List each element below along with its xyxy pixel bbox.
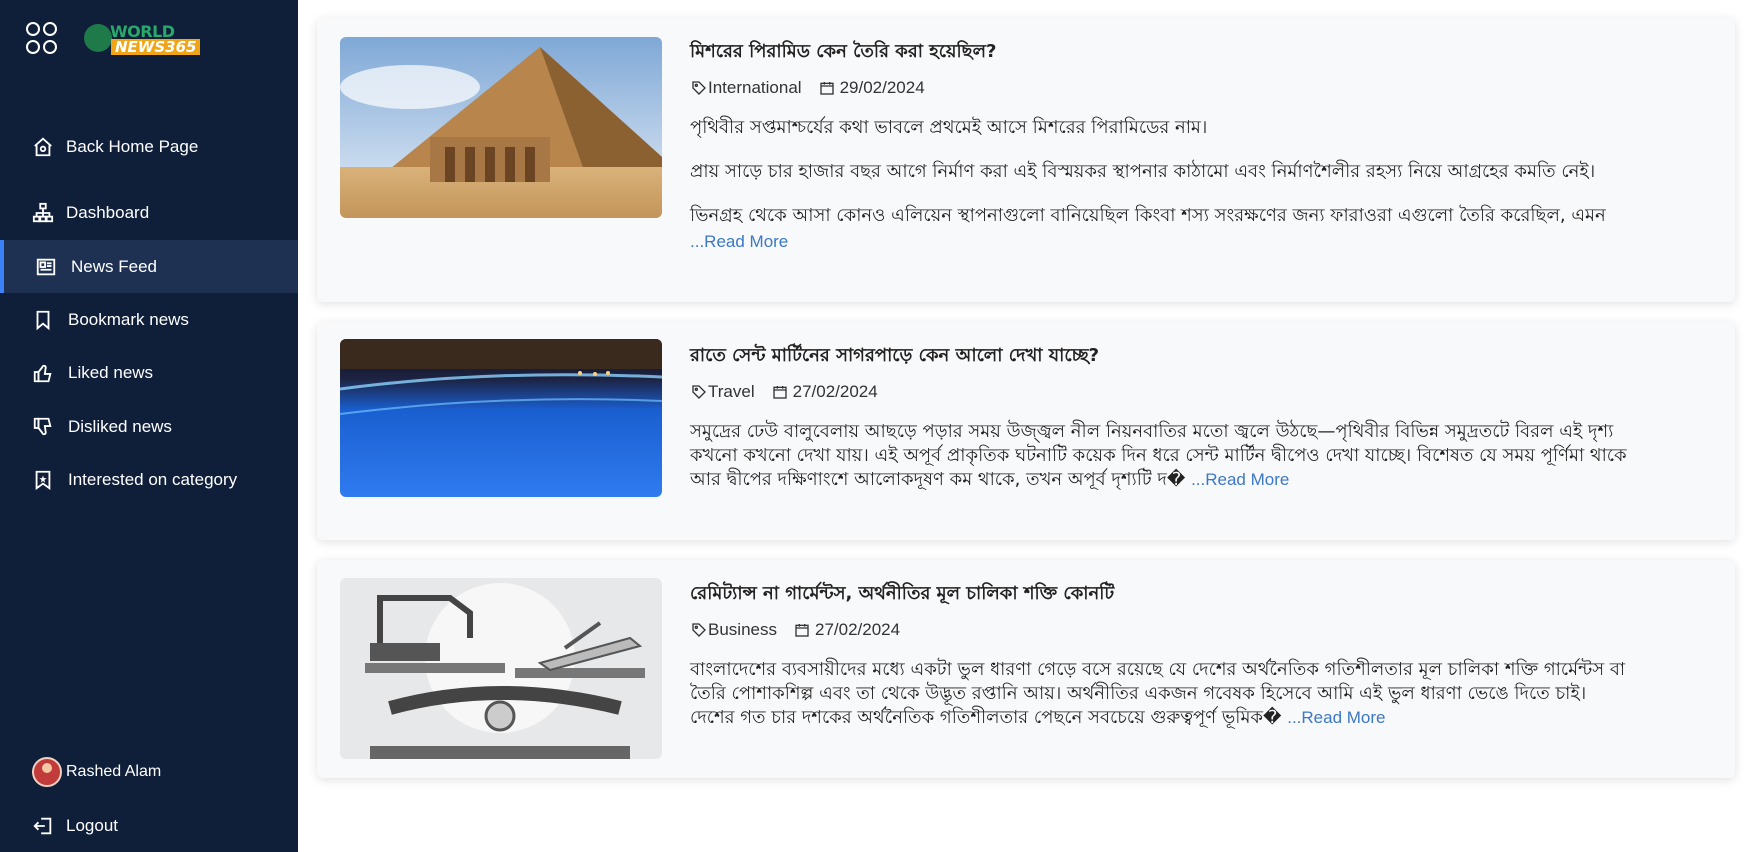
sidebar: WORLD NEWS365 Back Home Page Dashboard N…: [0, 0, 298, 852]
news-image-pyramid[interactable]: [340, 37, 662, 218]
news-meta: International 29/02/2024: [690, 78, 1717, 98]
tag-icon: [690, 383, 708, 401]
news-date: 29/02/2024: [839, 78, 925, 97]
read-more-link[interactable]: ...Read More: [1191, 470, 1289, 489]
news-card[interactable]: রাতে সেন্ট মার্টিনের সাগরপাড়ে কেন আলো দ…: [317, 322, 1735, 540]
news-meta: Travel 27/02/2024: [690, 382, 1717, 402]
read-more-link[interactable]: ...Read More: [1287, 708, 1385, 727]
calendar-icon: [771, 383, 789, 401]
news-category[interactable]: Travel: [708, 382, 755, 402]
bookmark-icon: [32, 309, 54, 331]
sitemap-icon: [32, 202, 54, 224]
apps-grid-icon: [26, 22, 57, 54]
news-body-line: তৈরি পোশাকশিল্প এবং তা থেকে উদ্ভূত রপ্তা…: [690, 683, 1587, 704]
sidebar-item-label: News Feed: [71, 256, 157, 276]
news-card[interactable]: রেমিট্যান্স না গার্মেন্টস, অর্থনীতির মূল…: [317, 560, 1735, 778]
calendar-icon: [793, 621, 811, 639]
home-icon: [32, 136, 54, 158]
sidebar-item-liked[interactable]: Liked news: [0, 347, 330, 399]
news-date: 27/02/2024: [814, 620, 901, 639]
site-logo[interactable]: WORLD NEWS365: [84, 22, 202, 58]
news-category[interactable]: Business: [708, 620, 777, 640]
sidebar-item-news-feed[interactable]: News Feed: [0, 240, 298, 293]
news-title[interactable]: রাতে সেন্ট মার্টিনের সাগরপাড়ে কেন আলো দ…: [690, 341, 1717, 372]
news-title[interactable]: মিশরের পিরামিড কেন তৈরি করা হয়েছিল?: [690, 37, 1717, 68]
sidebar-item-dashboard[interactable]: Dashboard: [0, 187, 330, 239]
sidebar-item-label: Back Home Page: [66, 137, 199, 156]
sidebar-item-label: Interested on category: [68, 470, 238, 489]
user-profile[interactable]: Rashed Alam: [32, 757, 161, 787]
news-image-bioluminescent-beach[interactable]: [340, 339, 662, 497]
news-paragraph: প্রায় সাড়ে চার হাজার বছর আগে নির্মাণ ক…: [690, 161, 1596, 182]
news-paragraph: ভিনগ্রহ থেকে আসা কোনও এলিয়েন স্থাপনাগুল…: [690, 205, 1606, 226]
read-more-link[interactable]: ...Read More: [690, 232, 788, 251]
sidebar-item-bookmark[interactable]: Bookmark news: [0, 294, 330, 346]
news-feed: মিশরের পিরামিড কেন তৈরি করা হয়েছিল? Int…: [298, 0, 1755, 852]
logout-button[interactable]: Logout: [32, 815, 118, 837]
news-body-line: কখনো কখনো দেখা যায়। এই অপূর্ব প্রাকৃতিক…: [690, 445, 1627, 466]
news-category[interactable]: International: [708, 78, 802, 98]
sidebar-item-label: Disliked news: [68, 417, 172, 436]
thumbs-up-icon: [32, 362, 54, 384]
sidebar-item-label: Bookmark news: [68, 310, 189, 329]
sidebar-item-back-home[interactable]: Back Home Page: [0, 121, 330, 173]
logout-icon: [32, 815, 54, 837]
apps-menu-button[interactable]: [26, 22, 57, 54]
news-date: 27/02/2024: [792, 382, 878, 401]
news-body-line: দেশের গত চার দশকের অর্থনৈতিক গতিশীলতার প…: [690, 707, 1282, 728]
sidebar-item-interested-category[interactable]: Interested on category: [0, 454, 330, 506]
logo-text-news: NEWS365: [111, 39, 201, 55]
sidebar-item-label: Liked news: [68, 363, 154, 382]
calendar-icon: [818, 79, 836, 97]
avatar: [32, 757, 62, 787]
news-paragraph: পৃথিবীর সপ্তমাশ্চর্যের কথা ভাবলে প্রথমেই…: [690, 117, 1208, 138]
bookmark-star-icon: [32, 469, 54, 491]
thumbs-down-icon: [32, 416, 54, 438]
news-card[interactable]: মিশরের পিরামিড কেন তৈরি করা হয়েছিল? Int…: [317, 18, 1735, 302]
news-body-line: বাংলাদেশের ব্যবসায়ীদের মধ্যে একটা ভুল ধ…: [690, 659, 1626, 680]
logout-label: Logout: [66, 816, 118, 835]
news-body-line: আর দ্বীপের দক্ষিণাংশে আলোকদূষণ কম থাকে, …: [690, 469, 1186, 490]
news-body-line: সমুদ্রের ঢেউ বালুবেলায় আছড়ে পড়ার সময়…: [690, 421, 1614, 442]
news-image-economy-scale[interactable]: [340, 578, 662, 759]
news-meta: Business 27/02/2024: [690, 620, 1717, 640]
sidebar-item-label: Dashboard: [66, 203, 150, 222]
user-name: Rashed Alam: [66, 763, 162, 780]
newspaper-icon: [35, 256, 57, 278]
news-title[interactable]: রেমিট্যান্স না গার্মেন্টস, অর্থনীতির মূল…: [690, 579, 1717, 610]
tag-icon: [690, 621, 708, 639]
sidebar-item-disliked[interactable]: Disliked news: [0, 401, 330, 453]
tag-icon: [690, 79, 708, 97]
globe-icon: [84, 24, 112, 52]
